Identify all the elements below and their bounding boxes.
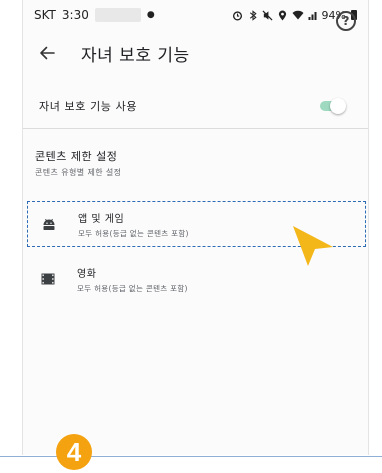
item-subtitle: 모두 허용(등급 없는 콘텐츠 포함) [77, 283, 188, 293]
pointer-cursor-icon [293, 226, 333, 266]
switch-thumb [330, 98, 346, 114]
page-title: 자녀 보호 기능 [81, 45, 190, 66]
clock: 3:30 [61, 8, 89, 22]
parental-controls-toggle-row[interactable]: 자녀 보호 기능 사용 [23, 84, 368, 128]
divider [23, 128, 368, 129]
wifi-icon [292, 9, 304, 21]
status-left: SKT 3:30 ● [34, 8, 155, 22]
back-arrow-icon[interactable] [35, 41, 59, 65]
help-icon[interactable]: ? [336, 11, 356, 31]
location-icon [277, 9, 289, 21]
item-title: 영화 [77, 268, 97, 280]
item-title: 앱 및 게임 [78, 213, 125, 225]
section-title: 콘텐츠 제한 설정 [35, 150, 118, 163]
app-bar: 자녀 보호 기능 [23, 30, 368, 76]
step-number-badge: 4 [56, 434, 92, 470]
item-text: 앱 및 게임 모두 허용(등급 없는 콘텐츠 포함) [78, 210, 189, 239]
toggle-label: 자녀 보호 기능 사용 [39, 100, 138, 113]
film-icon [41, 273, 71, 285]
signal-icon [307, 9, 319, 21]
alarm-icon [232, 9, 244, 21]
content-restrictions-header: 콘텐츠 제한 설정 콘텐츠 유형별 제한 설정 [35, 148, 121, 178]
notification-dot-icon: ● [146, 10, 155, 20]
bluetooth-icon [247, 9, 259, 21]
mute-icon [262, 9, 274, 21]
item-text: 영화 모두 허용(등급 없는 콘텐츠 포함) [77, 265, 188, 294]
carrier-label: SKT [34, 8, 56, 22]
android-icon [42, 218, 72, 230]
status-bar: SKT 3:30 ● 94% [23, 0, 368, 30]
blurred-region [94, 8, 141, 22]
parental-controls-switch[interactable] [318, 98, 346, 114]
item-subtitle: 모두 허용(등급 없는 콘텐츠 포함) [78, 228, 189, 238]
section-subtitle: 콘텐츠 유형별 제한 설정 [35, 168, 122, 177]
